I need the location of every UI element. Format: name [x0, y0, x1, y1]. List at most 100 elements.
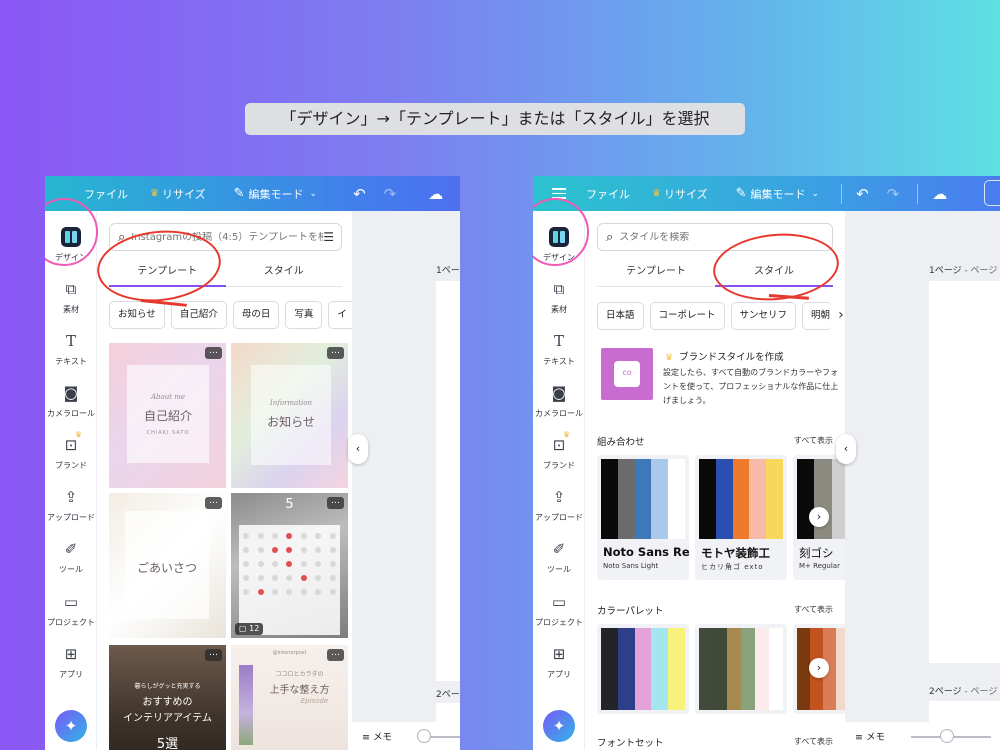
chip-more[interactable]: イ [328, 301, 352, 329]
chip-mincho[interactable]: 明朝 [802, 302, 833, 330]
sidebar-item-text[interactable]: T テキスト [45, 330, 97, 367]
file-menu[interactable]: ファイル [586, 186, 630, 202]
undo-icon[interactable]: ↶ [856, 185, 869, 203]
sidebar-item-camera-roll[interactable]: ◙ カメラロール [45, 382, 97, 419]
sidebar-item-upload[interactable]: ⇪ アップロード [533, 486, 585, 523]
palette-cards [597, 624, 845, 716]
more-options-icon[interactable]: … [205, 347, 222, 359]
color-palette-card[interactable] [695, 624, 787, 714]
canvas-area: 1ページ - ページ 2ページ - ページ [845, 211, 1000, 750]
sidebar-item-elements[interactable]: ⧉ 素材 [533, 278, 585, 315]
sidebar-item-projects[interactable]: ▭ プロジェクト [45, 591, 97, 628]
sidebar-item-upload[interactable]: ⇪ アップロード [45, 486, 97, 523]
zoom-slider-handle[interactable] [416, 729, 431, 743]
filter-icon[interactable]: ☰ [323, 230, 334, 244]
carousel-next-button[interactable]: › [809, 507, 829, 527]
template-search[interactable]: ⌕ ☰ [109, 223, 342, 251]
edit-mode-dropdown[interactable]: ✎ 編集モード ⌄ [234, 186, 317, 202]
cloud-sync-icon[interactable]: ☁ [932, 185, 947, 203]
file-menu[interactable]: ファイル [84, 186, 128, 202]
style-combo-card[interactable]: Noto Sans Re Noto Sans Light [597, 455, 689, 580]
collapse-panel-button[interactable]: ‹ [348, 434, 368, 464]
style-combo-card[interactable]: モトヤ装飾工 ヒカリ角ゴ exto [695, 455, 787, 580]
carousel-next-button[interactable]: › [809, 658, 829, 678]
chip-japanese[interactable]: 日本語 [597, 302, 644, 330]
sidebar-item-text[interactable]: T テキスト [533, 330, 585, 367]
canvas-area: 1ペー 2ペー [352, 211, 460, 750]
zoom-slider-handle[interactable] [940, 729, 954, 743]
tab-templates[interactable]: テンプレート [109, 257, 226, 287]
chip-self-intro[interactable]: 自己紹介 [170, 301, 227, 329]
instruction-caption: 「デザイン」→「テンプレート」または「スタイル」を選択 [245, 103, 745, 135]
sidebar-item-brand[interactable]: ♛ ⊡ ブランド [45, 430, 97, 471]
sidebar-item-design[interactable]: デザイン [533, 226, 585, 263]
template-thumbnail[interactable]: @interiorpost ココロとカラダの 上手な整え方 Episode … [231, 645, 348, 750]
chip-photo[interactable]: 写真 [285, 301, 323, 329]
brand-kit-icon: co [601, 348, 653, 400]
combination-cards: Noto Sans Re Noto Sans Light モトヤ装飾工 ヒカリ角… [597, 455, 845, 580]
redo-icon[interactable]: ↷ [384, 185, 397, 203]
resize-button[interactable]: ♛ リサイズ [150, 186, 206, 202]
sidebar-item-elements[interactable]: ⧉ 素材 [45, 278, 97, 315]
magic-sparkle-icon[interactable]: ✦ [543, 710, 575, 742]
sidebar-item-camera-roll[interactable]: ◙ カメラロール [533, 382, 585, 419]
undo-icon[interactable]: ↶ [353, 185, 366, 203]
canvas-page[interactable] [436, 281, 460, 681]
color-swatch [617, 628, 635, 710]
show-all-link[interactable]: すべて表示 [794, 604, 833, 615]
redo-icon[interactable]: ↷ [887, 185, 900, 203]
brand-style-card[interactable]: co ♛ ブランドスタイルを作成 設定したら、すべて自動のブランドカラーやフォン… [597, 346, 838, 411]
sidebar-item-tools[interactable]: ✐ ツール [533, 538, 585, 575]
style-search[interactable]: ⌕ [597, 223, 833, 251]
color-swatch [713, 628, 727, 710]
hamburger-menu-icon[interactable] [552, 185, 566, 202]
chevron-right-icon[interactable]: › [838, 302, 845, 330]
lavender-decoration [239, 665, 253, 745]
show-all-link[interactable]: すべて表示 [794, 435, 833, 446]
sidebar-item-design[interactable]: デザイン [45, 226, 97, 263]
template-thumbnail[interactable]: 5 ▢ 12 … [231, 493, 348, 638]
chip-mothers-day[interactable]: 母の日 [232, 301, 280, 329]
template-thumbnail[interactable]: ごあいさつ … [109, 493, 226, 638]
chip-sans-serif[interactable]: サンセリフ [730, 302, 797, 330]
more-options-icon[interactable]: … [327, 347, 344, 359]
search-input[interactable] [619, 231, 832, 243]
sidebar-item-apps[interactable]: ⊞ アプリ [533, 643, 585, 680]
search-input[interactable] [131, 231, 324, 243]
cloud-sync-icon[interactable]: ☁ [428, 185, 443, 203]
tab-styles[interactable]: スタイル [715, 257, 833, 287]
color-palette-card[interactable] [597, 624, 689, 714]
notes-button[interactable]: ≡ メモ [362, 729, 392, 743]
more-options-icon[interactable]: … [205, 649, 222, 661]
template-thumbnail[interactable]: About me 自己紹介 CHIAKI SATO … [109, 343, 226, 488]
section-combinations: 組み合わせ すべて表示 [597, 435, 833, 448]
more-options-icon[interactable]: … [327, 497, 344, 509]
notes-button[interactable]: ≡ メモ [855, 729, 885, 743]
chip-corporate[interactable]: コーポレート [649, 302, 725, 330]
top-toolbar: ファイル ♛ リサイズ ✎ 編集モード ⌄ ↶ ↷ ☁ [533, 176, 1000, 211]
brand-icon: ⊡ [552, 436, 566, 454]
magic-sparkle-icon[interactable]: ✦ [55, 710, 87, 742]
show-all-link[interactable]: すべて表示 [794, 736, 833, 747]
brand-icon: ⊡ [64, 436, 78, 454]
sidebar-item-tools[interactable]: ✐ ツール [45, 538, 97, 575]
toolbar-button-edge[interactable] [984, 180, 1000, 206]
template-thumbnail[interactable]: 暮らしがグッと充実する おすすめの インテリアアイテム 5選 … [109, 645, 226, 750]
resize-button[interactable]: ♛ リサイズ [652, 186, 708, 202]
color-swatch [668, 459, 685, 539]
color-swatch [668, 628, 685, 710]
sidebar-item-apps[interactable]: ⊞ アプリ [45, 643, 97, 680]
chip-news[interactable]: お知らせ [109, 301, 165, 329]
edit-mode-dropdown[interactable]: ✎ 編集モード ⌄ [736, 186, 819, 202]
category-chips: お知らせ 自己紹介 母の日 写真 イ [109, 301, 352, 329]
template-thumbnail[interactable]: Information お知らせ … [231, 343, 348, 488]
sidebar-item-projects[interactable]: ▭ プロジェクト [533, 591, 585, 628]
tab-styles[interactable]: スタイル [226, 257, 343, 286]
canvas-page[interactable] [929, 281, 1000, 663]
collapse-panel-button[interactable]: ‹ [836, 434, 856, 464]
tab-templates[interactable]: テンプレート [597, 257, 715, 286]
sidebar-item-brand[interactable]: ♛ ⊡ ブランド [533, 430, 585, 471]
more-options-icon[interactable]: … [205, 497, 222, 509]
more-options-icon[interactable]: … [327, 649, 344, 661]
color-swatch [749, 459, 767, 539]
